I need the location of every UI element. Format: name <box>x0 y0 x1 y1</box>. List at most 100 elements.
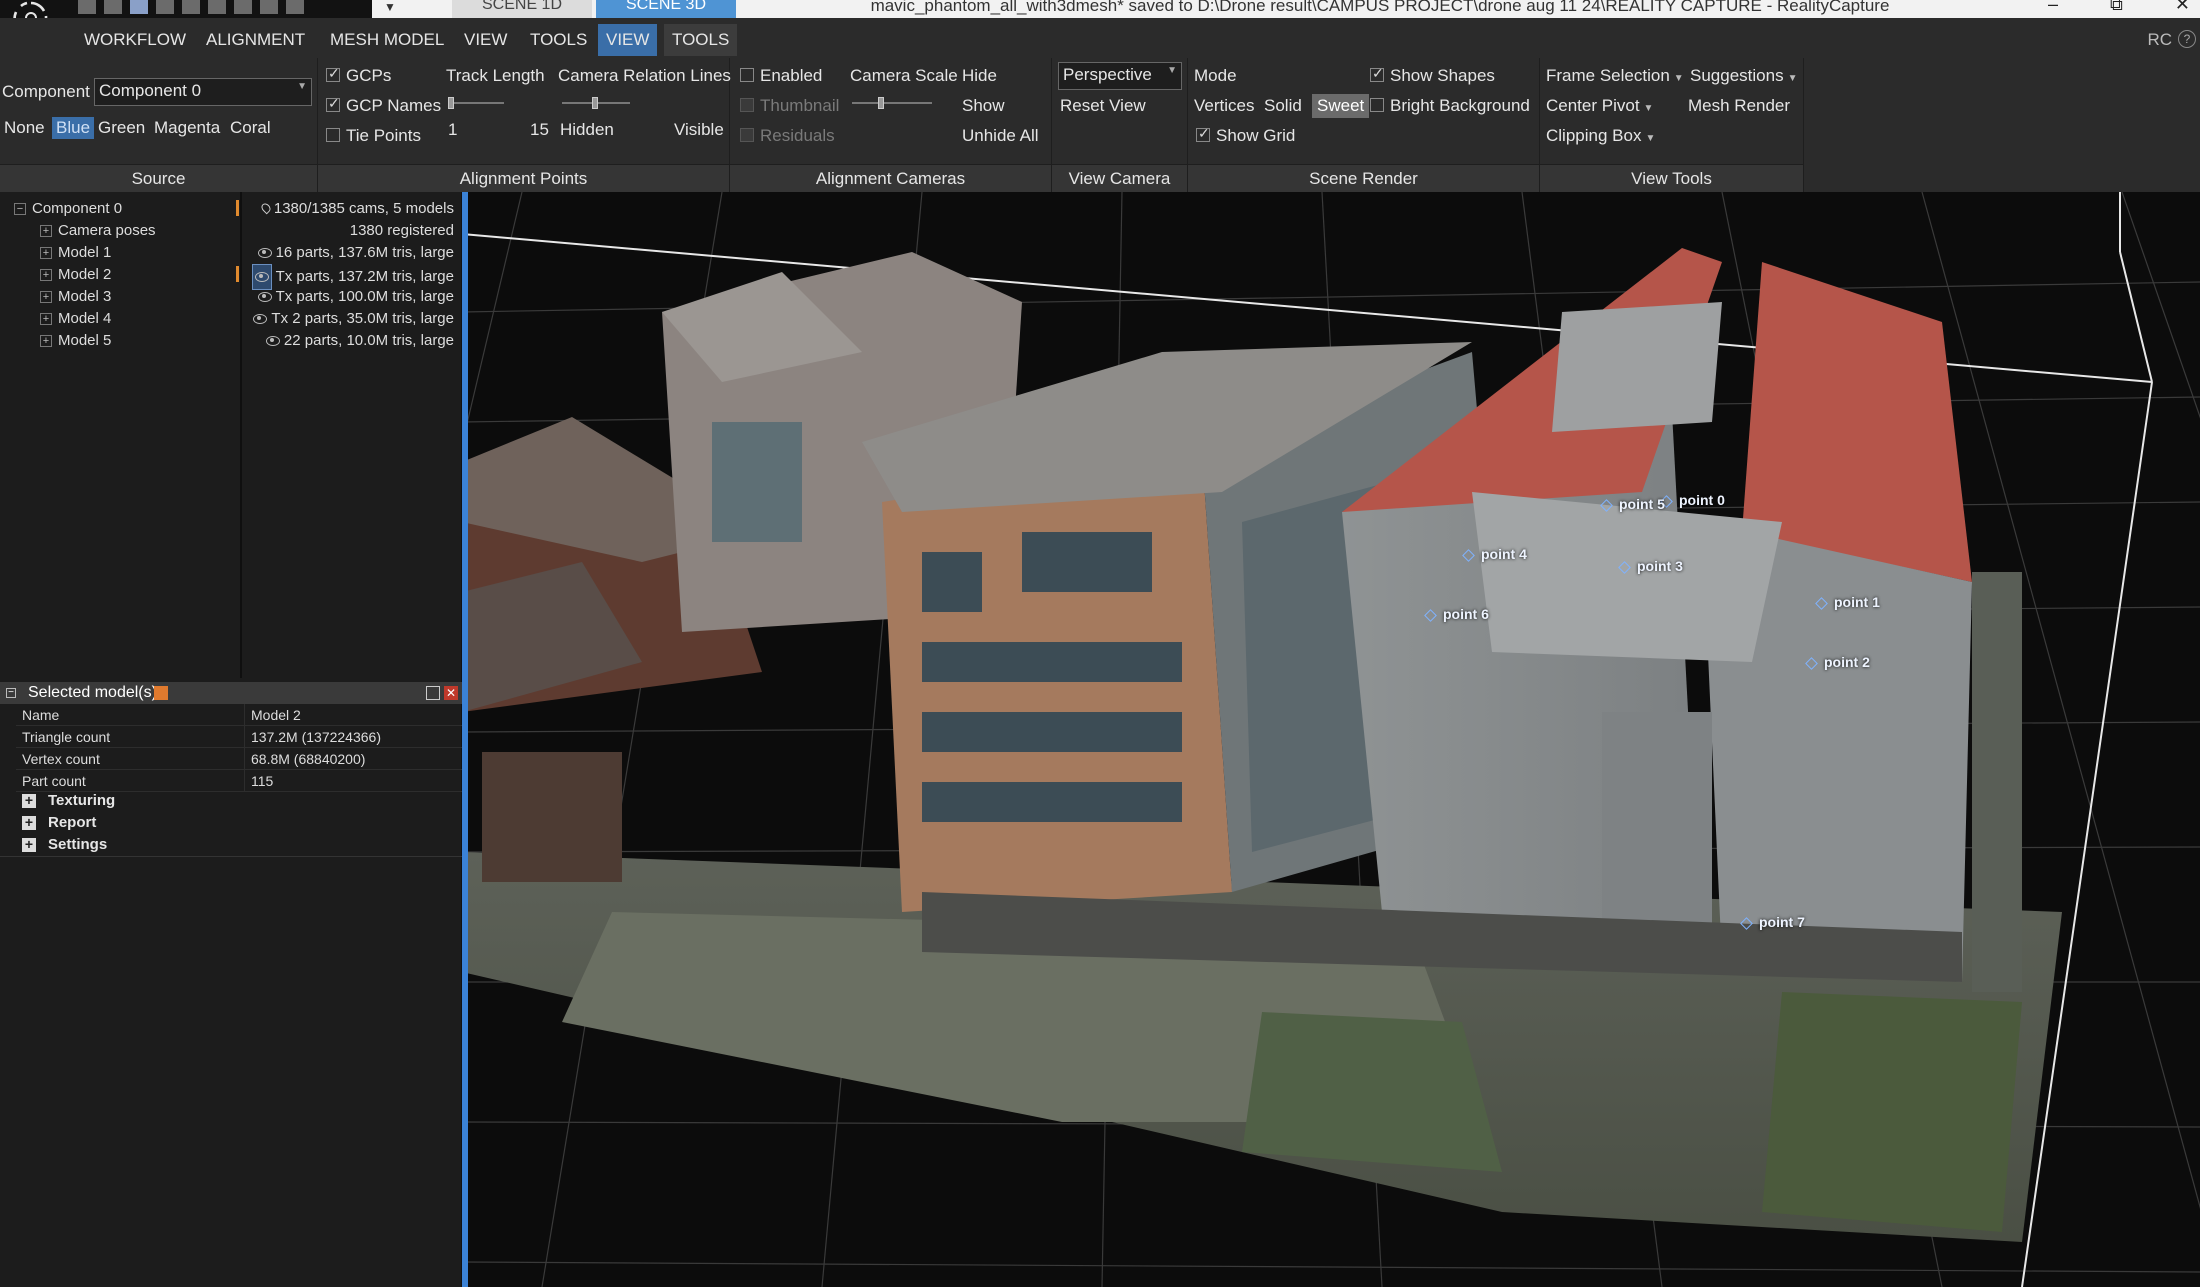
mode-sweet-button[interactable]: Sweet <box>1312 94 1370 118</box>
tie-points-checkbox[interactable] <box>326 128 340 142</box>
unhide-all-button[interactable]: Unhide All <box>962 126 1039 146</box>
quick-access-dropdown-icon[interactable]: ▼ <box>384 0 396 14</box>
tree-item-label: Model 2 <box>58 266 112 283</box>
expand-icon[interactable]: + <box>40 247 52 260</box>
tree-item-label: Component 0 <box>32 200 123 217</box>
show-grid-checkbox[interactable] <box>1196 125 1210 142</box>
tree-item-camera-poses[interactable]: + Camera poses <box>40 220 156 242</box>
mesh-render-button[interactable]: Mesh Render <box>1688 96 1790 116</box>
gcp-marker-point-4[interactable]: point 4 <box>1464 546 1527 562</box>
menu-view[interactable]: VIEW <box>464 30 507 50</box>
center-pivot-button[interactable]: Center Pivot ▼ <box>1546 96 1653 116</box>
gcp-marker-point-1[interactable]: point 1 <box>1817 594 1880 610</box>
reset-view-button[interactable]: Reset View <box>1060 96 1146 116</box>
section-settings[interactable]: + Settings <box>22 836 107 853</box>
color-option-blue[interactable]: Blue <box>52 117 95 139</box>
residuals-checkbox[interactable] <box>740 128 754 142</box>
expand-icon[interactable]: + <box>22 815 36 830</box>
ribbon-group-view-tools: Frame Selection ▼ Center Pivot ▼ Clipping … <box>1540 58 1804 192</box>
menu-mesh-model[interactable]: MESH MODEL <box>330 30 444 50</box>
gcp-marker-point-5[interactable]: point 5 <box>1602 496 1665 512</box>
ribbon-group-source: Component Component 0 ▼ None Blue Green … <box>0 58 318 192</box>
tree-item-model-1[interactable]: + Model 1 <box>40 242 111 264</box>
maximize-icon[interactable] <box>426 686 440 700</box>
tab-scene-3d[interactable]: SCENE 3D <box>596 0 736 18</box>
tree-item-component[interactable]: − Component 0 <box>14 198 122 220</box>
scene-render <box>462 192 2200 1287</box>
tree-item-model-2[interactable]: + Model 2 <box>40 264 111 286</box>
gcps-checkbox[interactable] <box>326 65 340 82</box>
gcp-marker-point-6[interactable]: point 6 <box>1426 606 1489 622</box>
layout-icon-1[interactable] <box>78 0 96 14</box>
menu-tools-context[interactable]: TOOLS <box>664 24 738 56</box>
expand-icon[interactable]: + <box>40 269 52 282</box>
suggestions-button[interactable]: Suggestions ▼ <box>1690 66 1797 86</box>
restore-icon[interactable]: ⧉ <box>2110 0 2123 15</box>
gcp-marker-point-3[interactable]: point 3 <box>1620 558 1683 574</box>
camera-scale-slider[interactable] <box>852 97 932 109</box>
undo-icon[interactable] <box>260 0 278 14</box>
enabled-checkbox[interactable] <box>740 68 754 82</box>
gcp-marker-point-0[interactable]: point 0 <box>1662 492 1725 508</box>
eye-icon[interactable] <box>257 248 272 259</box>
collapse-icon[interactable]: − <box>6 688 16 698</box>
thumbnail-checkbox[interactable] <box>740 98 754 112</box>
minimize-icon[interactable]: – <box>2048 0 2058 15</box>
bright-background-checkbox[interactable] <box>1370 98 1384 112</box>
color-option-none[interactable]: None <box>0 117 49 139</box>
scene-3d-viewport[interactable]: point 0 point 1 point 2 point 3 point 4 … <box>462 192 2200 1287</box>
redo-icon[interactable] <box>286 0 304 14</box>
projection-select[interactable]: Perspective ▼ <box>1058 62 1182 90</box>
tree-item-label: Model 4 <box>58 310 112 327</box>
property-row-vertex-count: Vertex count 68.8M (68840200) <box>16 748 462 770</box>
frame-selection-button[interactable]: Frame Selection ▼ <box>1546 66 1684 86</box>
mode-vertices-button[interactable]: Vertices <box>1194 96 1254 116</box>
show-button[interactable]: Show <box>962 96 1005 116</box>
layout-icon-2[interactable] <box>104 0 122 14</box>
section-texturing[interactable]: + Texturing <box>22 792 115 809</box>
layout-icon-5[interactable] <box>182 0 200 14</box>
menu-view-active[interactable]: VIEW <box>598 24 658 56</box>
mode-solid-button[interactable]: Solid <box>1264 96 1302 116</box>
clipping-box-button[interactable]: Clipping Box ▼ <box>1546 126 1655 146</box>
collapse-icon[interactable]: − <box>14 203 26 216</box>
color-option-magenta[interactable]: Magenta <box>150 117 224 139</box>
close-icon[interactable]: ✕ <box>444 686 458 700</box>
tree-item-model-4[interactable]: + Model 4 <box>40 308 111 330</box>
eye-icon[interactable] <box>253 314 268 325</box>
help-icon[interactable]: ? <box>2178 30 2196 48</box>
expand-icon[interactable]: + <box>40 335 52 348</box>
expand-icon[interactable]: + <box>40 225 52 238</box>
track-length-slider[interactable] <box>448 97 504 109</box>
layout-icon-4[interactable] <box>156 0 174 14</box>
layout-icon-3[interactable] <box>130 0 148 14</box>
menu-alignment[interactable]: ALIGNMENT <box>206 30 305 50</box>
menu-tools[interactable]: TOOLS <box>530 30 587 50</box>
pin-icon[interactable] <box>154 686 168 700</box>
menu-workflow[interactable]: WORKFLOW <box>84 30 186 50</box>
relation-lines-slider[interactable] <box>562 97 630 109</box>
gcp-names-checkbox[interactable] <box>326 95 340 112</box>
gcp-marker-point-2[interactable]: point 2 <box>1807 654 1870 670</box>
component-select[interactable]: Component 0 ▼ <box>94 78 312 106</box>
gcp-marker-point-7[interactable]: point 7 <box>1742 914 1805 930</box>
layout-icon-6[interactable] <box>208 0 226 14</box>
close-icon[interactable]: ✕ <box>2175 0 2190 15</box>
expand-icon[interactable]: + <box>40 313 52 326</box>
layout-icon-7[interactable] <box>234 0 252 14</box>
tree-item-model-5[interactable]: + Model 5 <box>40 330 111 352</box>
expand-icon[interactable]: + <box>40 291 52 304</box>
eye-icon[interactable] <box>257 292 272 303</box>
hide-button[interactable]: Hide <box>962 66 997 86</box>
property-value[interactable]: Model 2 <box>244 704 301 726</box>
tab-scene-1d[interactable]: SCENE 1D <box>452 0 592 18</box>
expand-icon[interactable]: + <box>22 837 36 852</box>
show-shapes-checkbox[interactable] <box>1370 65 1384 82</box>
expand-icon[interactable]: + <box>22 793 36 808</box>
color-option-coral[interactable]: Coral <box>226 117 275 139</box>
tree-item-model-3[interactable]: + Model 3 <box>40 286 111 308</box>
color-option-green[interactable]: Green <box>94 117 149 139</box>
eye-icon[interactable] <box>265 336 280 347</box>
section-report[interactable]: + Report <box>22 814 96 831</box>
section-label: Settings <box>48 836 108 853</box>
